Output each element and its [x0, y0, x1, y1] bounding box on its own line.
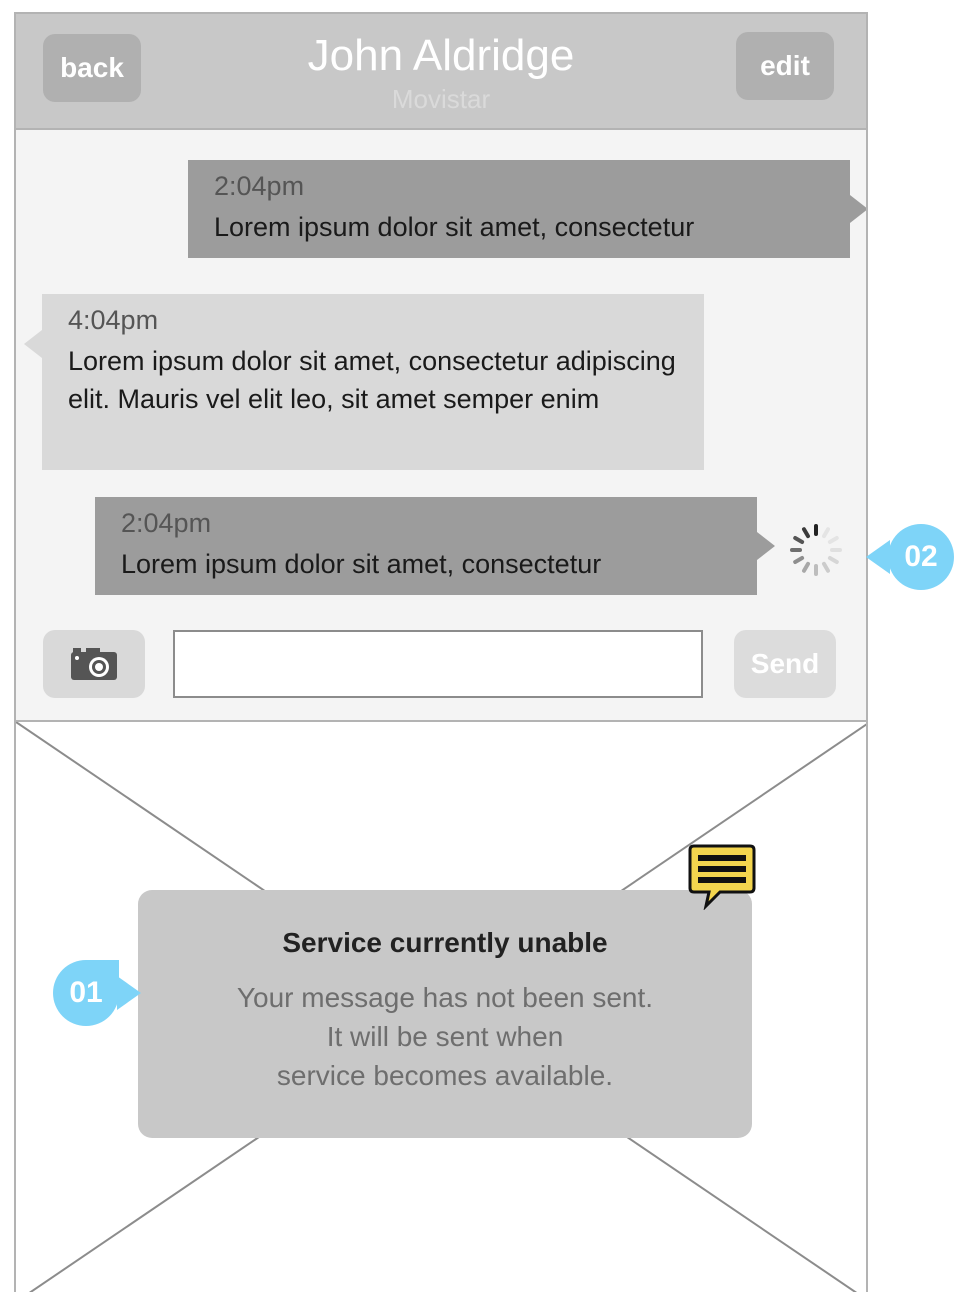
- message-time: 4:04pm: [68, 305, 159, 335]
- dialog-title: Service currently unable: [282, 927, 608, 958]
- bubble-tail: [850, 195, 866, 223]
- dialog-message: Your message has not been sent. It will …: [138, 978, 752, 1095]
- message-bubble-outgoing-pending[interactable]: 2:04pm Lorem ipsum dolor sit amet, conse…: [95, 497, 775, 595]
- message-bubble-incoming[interactable]: 4:04pm Lorem ipsum dolor sit amet, conse…: [24, 294, 704, 470]
- dialog-message-line: It will be sent when: [326, 1021, 564, 1052]
- dialog-message-line: Your message has not been sent.: [236, 982, 654, 1013]
- message-text: Lorem ipsum dolor sit amet, consectetur …: [68, 346, 676, 414]
- service-unavailable-dialog[interactable]: Service currently unable Your message ha…: [138, 890, 752, 1138]
- composer-bar: Send: [16, 614, 866, 718]
- dialog-message-line: service becomes available.: [276, 1060, 614, 1091]
- camera-button[interactable]: [43, 630, 145, 698]
- message-text: Lorem ipsum dolor sit amet, consectetur: [214, 212, 695, 242]
- send-button[interactable]: Send: [734, 630, 836, 698]
- message-text: Lorem ipsum dolor sit amet, consectetur: [121, 549, 602, 579]
- message-time: 2:04pm: [121, 508, 212, 538]
- camera-icon: [71, 648, 117, 680]
- marker-label: 01: [69, 976, 103, 1009]
- bubble-tail: [757, 532, 775, 560]
- message-bubble-outgoing[interactable]: 2:04pm Lorem ipsum dolor sit amet, conse…: [188, 160, 866, 258]
- annotation-marker-02: 02: [866, 524, 954, 590]
- annotation-marker-01: 01: [53, 960, 141, 1026]
- message-time: 2:04pm: [214, 171, 305, 201]
- note-icon[interactable]: [688, 842, 756, 910]
- edit-button[interactable]: edit: [736, 32, 834, 100]
- message-input[interactable]: [173, 630, 703, 698]
- loading-spinner-icon: [790, 524, 842, 576]
- bubble-tail: [24, 330, 42, 358]
- marker-label: 02: [904, 540, 938, 573]
- conversation-header: back John Aldridge Movistar edit: [16, 14, 866, 130]
